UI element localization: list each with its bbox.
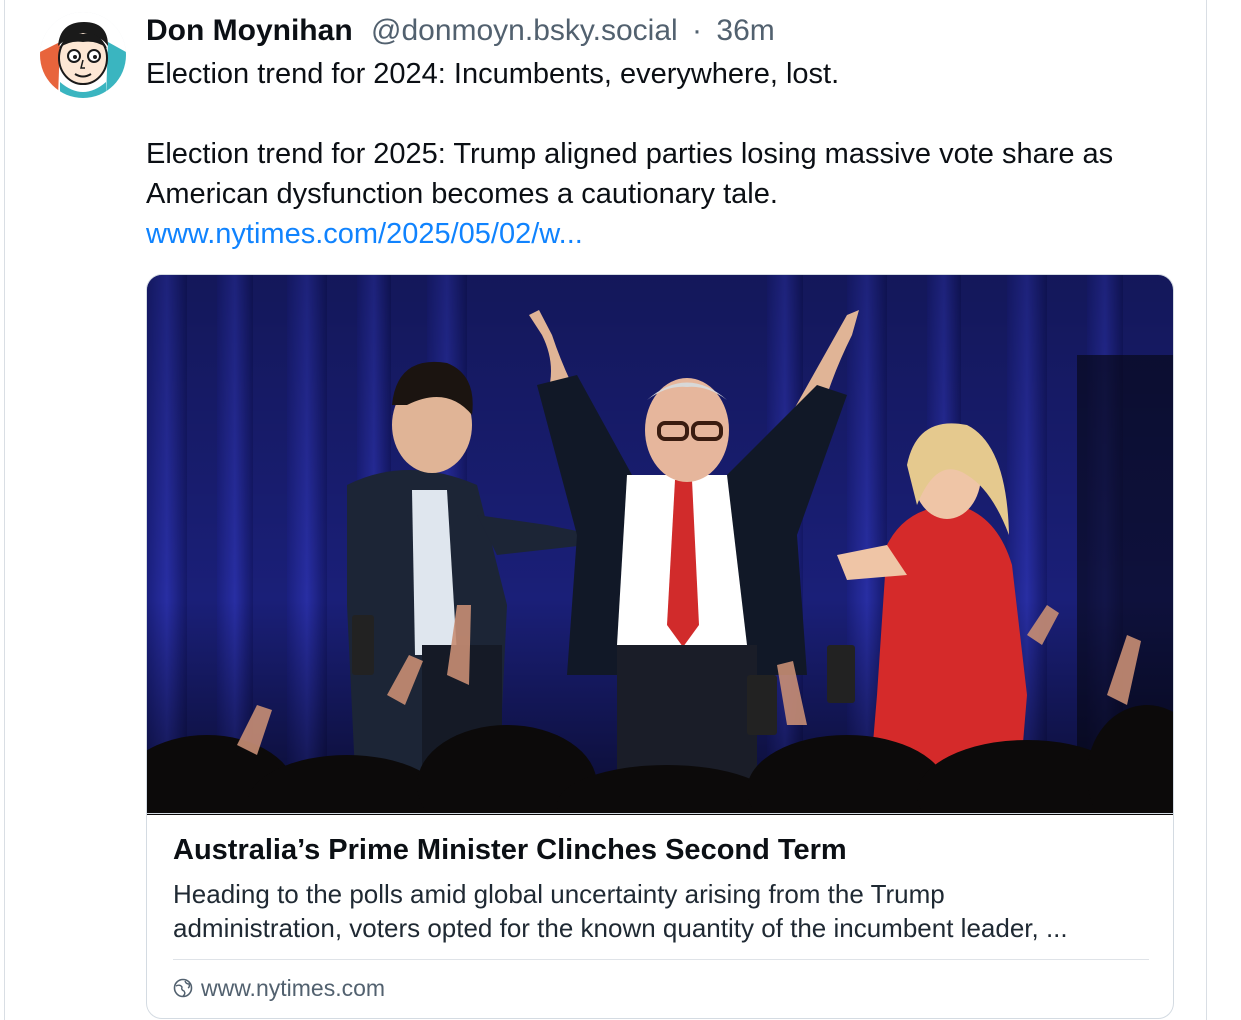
feed-right-border: [1206, 0, 1207, 1020]
post-header: Don Moynihan @donmoyn.bsky.social · 36m: [146, 12, 775, 50]
post-text-line-1: Election trend for 2024: Incumbents, eve…: [146, 58, 840, 90]
author-handle[interactable]: @donmoyn.bsky.social: [371, 14, 678, 47]
post-timestamp[interactable]: 36m: [716, 14, 774, 47]
card-title[interactable]: Australia’s Prime Minister Clinches Seco…: [173, 831, 847, 869]
globe-icon: [173, 978, 193, 998]
post-link[interactable]: www.nytimes.com/2025/05/02/w...: [146, 218, 583, 250]
card-footer-divider: [173, 959, 1149, 960]
celebration-photo-icon: [147, 275, 1173, 815]
link-preview-card[interactable]: Australia’s Prime Minister Clinches Seco…: [146, 274, 1174, 1019]
card-domain: www.nytimes.com: [201, 975, 386, 1001]
card-description: Heading to the polls amid global uncerta…: [173, 877, 1153, 945]
header-separator: ·: [692, 14, 703, 47]
card-description-line-1: Heading to the polls amid global uncerta…: [173, 879, 945, 909]
card-image-divider: [147, 813, 1173, 814]
card-description-line-2: administration, voters opted for the kno…: [173, 913, 1068, 943]
author-avatar[interactable]: [40, 12, 126, 98]
post-text-line-2: Election trend for 2025: Trump aligned p…: [146, 138, 1114, 210]
author-name[interactable]: Don Moynihan: [146, 14, 353, 47]
feed-left-border: [4, 0, 5, 1020]
cartoon-face-avatar-icon: [40, 12, 126, 98]
card-domain-row: www.nytimes.com: [173, 971, 385, 1005]
post-text: Election trend for 2024: Incumbents, eve…: [146, 54, 1186, 254]
